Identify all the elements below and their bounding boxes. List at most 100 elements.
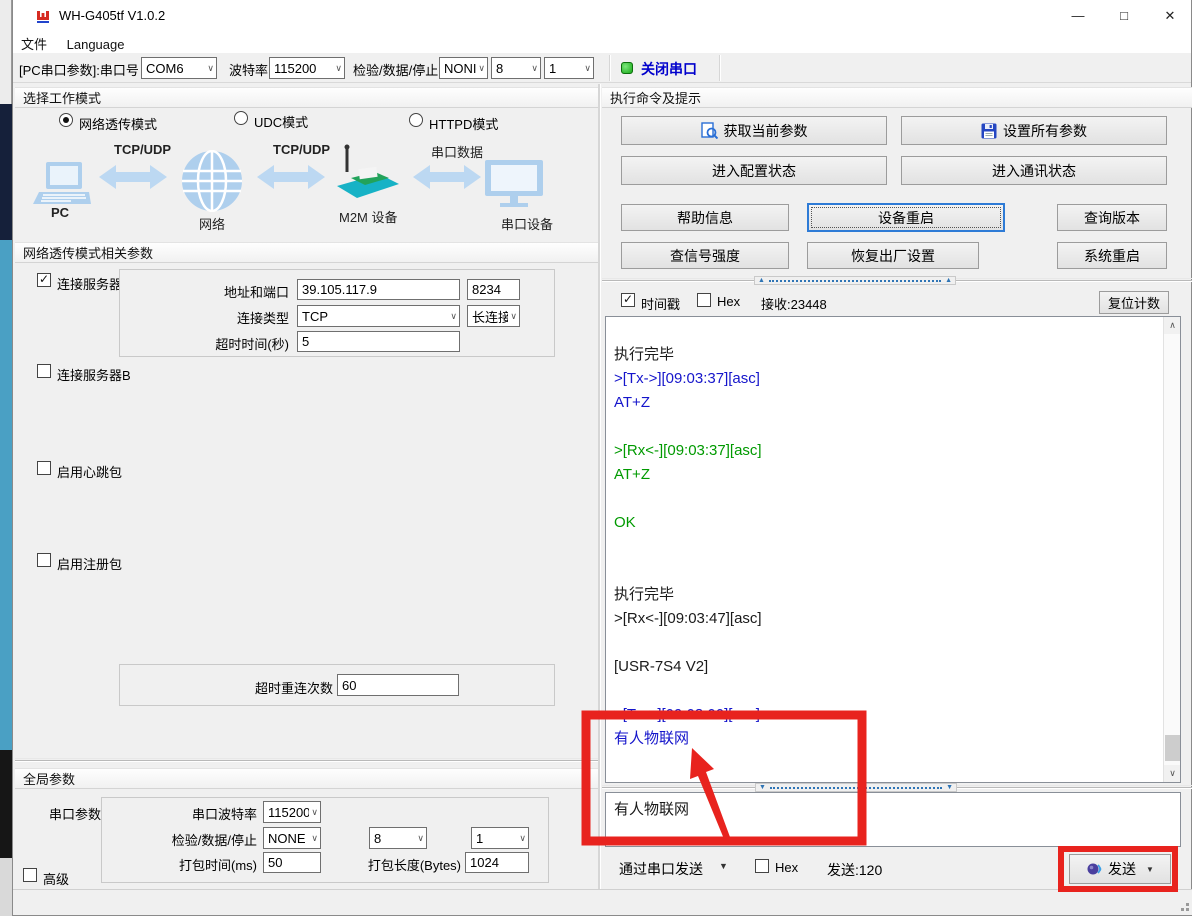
send-button[interactable]: 发送 ▼: [1069, 854, 1171, 884]
send-hex-checkbox[interactable]: [755, 859, 769, 873]
resize-grip-icon[interactable]: [1181, 908, 1184, 911]
diagram-serial-label: 串口设备: [501, 214, 553, 233]
heartbeat-checkbox[interactable]: [37, 461, 51, 475]
radio-net-passthrough[interactable]: [59, 113, 73, 127]
log-line: 执行完毕: [606, 343, 1180, 367]
radio-httpd-mode-label[interactable]: HTTPD模式: [429, 114, 498, 133]
chevron-down-icon[interactable]: ▼: [719, 861, 728, 871]
scroll-down-icon[interactable]: ∨: [1164, 765, 1181, 782]
pack-time-input[interactable]: 50: [263, 852, 321, 873]
com-port-select[interactable]: COM6∨: [141, 57, 217, 79]
chevron-down-icon: ∨: [531, 63, 538, 74]
radio-udc-mode-label[interactable]: UDC模式: [254, 112, 308, 131]
addr-input[interactable]: 39.105.117.9: [297, 279, 460, 300]
factory-reset-button[interactable]: 恢复出厂设置: [807, 242, 979, 269]
databits-select[interactable]: 8∨: [491, 57, 541, 79]
global-databits-select[interactable]: 8∨: [369, 827, 427, 849]
minimize-button[interactable]: —: [1055, 0, 1101, 31]
menu-file[interactable]: 文件: [13, 32, 55, 55]
set-params-button[interactable]: 设置所有参数: [901, 116, 1167, 145]
close-button[interactable]: ✕: [1147, 0, 1192, 31]
baud-select[interactable]: 115200∨: [269, 57, 345, 79]
status-bar: [13, 889, 1192, 915]
radio-net-passthrough-label[interactable]: 网络透传模式: [79, 114, 157, 133]
window-title: WH-G405tf V1.0.2: [59, 8, 165, 23]
chevron-down-icon: ∨: [450, 311, 457, 322]
parity-select[interactable]: NONI∨: [439, 57, 488, 79]
enter-config-button[interactable]: 进入配置状态: [621, 156, 887, 185]
resize-grip-icon[interactable]: [1186, 903, 1189, 906]
chevron-down-icon: ∨: [519, 833, 526, 844]
scrollbar-thumb[interactable]: [1165, 735, 1180, 761]
log-scrollbar[interactable]: ∧ ∨: [1163, 317, 1180, 782]
server-b-label[interactable]: 连接服务器B: [57, 365, 131, 384]
log-splitter-handle[interactable]: ▲ ▲: [754, 276, 956, 285]
log-line: [606, 559, 1180, 583]
radio-udc-mode[interactable]: [234, 111, 248, 125]
timeout-input[interactable]: 5: [297, 331, 460, 352]
log-line: [606, 415, 1180, 439]
menu-language[interactable]: Language: [59, 35, 133, 54]
left-splitter[interactable]: [15, 760, 598, 761]
timestamp-checkbox[interactable]: ✓: [621, 293, 635, 307]
log-line: [USR-7S4 V2]: [606, 655, 1180, 679]
background-black: [0, 750, 12, 858]
close-port-button[interactable]: 关闭串口: [641, 59, 697, 79]
recv-hex-label[interactable]: Hex: [717, 294, 740, 309]
advanced-label[interactable]: 高级: [43, 869, 69, 888]
radio-httpd-mode[interactable]: [409, 113, 423, 127]
arrow-bidirectional-icon: [257, 164, 325, 190]
maximize-button[interactable]: □: [1101, 0, 1147, 31]
log-output-area[interactable]: 执行完毕 >[Tx->][09:03:37][asc] AT+Z >[Rx<-]…: [605, 316, 1181, 783]
query-version-button[interactable]: 查询版本: [1057, 204, 1167, 231]
register-checkbox[interactable]: [37, 553, 51, 567]
conn-type-select[interactable]: TCP∨: [297, 305, 460, 327]
enter-comm-button[interactable]: 进入通讯状态: [901, 156, 1167, 185]
global-parity-select[interactable]: NONE∨: [263, 827, 321, 849]
get-params-button[interactable]: 获取当前参数: [621, 116, 887, 145]
diagram-link3-label: 串口数据: [431, 142, 483, 161]
log-line: >[Tx->][09:08:00][asc]: [606, 703, 1180, 727]
background-navy: [0, 104, 12, 240]
reset-counter-button[interactable]: 复位计数: [1099, 291, 1169, 314]
parity-label: 检验/数据/停止: [353, 60, 438, 79]
server-a-checkbox[interactable]: ✓: [37, 273, 51, 287]
system-restart-button[interactable]: 系统重启: [1057, 242, 1167, 269]
device-restart-button[interactable]: 设备重启: [807, 203, 1005, 232]
global-baud-select[interactable]: 115200∨: [263, 801, 321, 823]
keepalive-select[interactable]: 长连接∨: [467, 305, 520, 327]
log-line: 有人物联网: [606, 727, 1180, 751]
heartbeat-label[interactable]: 启用心跳包: [57, 462, 122, 481]
register-label[interactable]: 启用注册包: [57, 554, 122, 573]
help-info-button[interactable]: 帮助信息: [621, 204, 789, 231]
send-input-area[interactable]: 有人物联网: [605, 792, 1181, 847]
toolbar-separator: [719, 55, 720, 81]
search-doc-icon: [701, 122, 718, 139]
log-line: [606, 535, 1180, 559]
floppy-save-icon: [981, 123, 997, 139]
stopbits-select[interactable]: 1∨: [544, 57, 594, 79]
arrow-bidirectional-icon: [99, 164, 167, 190]
port-input[interactable]: 8234: [467, 279, 520, 300]
network-globe-icon: [181, 150, 243, 212]
diagram-link1-label: TCP/UDP: [114, 142, 171, 157]
collapse-down-icon: ▼: [946, 784, 953, 791]
signal-strength-button[interactable]: 查信号强度: [621, 242, 789, 269]
main-splitter[interactable]: [598, 84, 600, 889]
timestamp-label[interactable]: 时间戳: [641, 294, 680, 313]
pc-serial-label: [PC串口参数]:串口号: [19, 60, 139, 79]
global-stopbits-select[interactable]: 1∨: [471, 827, 529, 849]
send-splitter-handle[interactable]: ▼ ▼: [755, 783, 957, 792]
scroll-up-icon[interactable]: ∧: [1164, 317, 1181, 334]
server-b-checkbox[interactable]: [37, 364, 51, 378]
app-window: WH-G405tf V1.0.2 — □ ✕ 文件 Language [PC串口…: [12, 0, 1192, 916]
send-hex-label[interactable]: Hex: [775, 860, 798, 875]
pack-len-input[interactable]: 1024: [465, 852, 529, 873]
reconnect-input[interactable]: 60: [337, 674, 459, 696]
advanced-checkbox[interactable]: [23, 868, 37, 882]
resize-grip-icon[interactable]: [1186, 908, 1189, 911]
background-bottom: [0, 858, 12, 916]
speaker-send-icon: [1086, 861, 1102, 877]
recv-hex-checkbox[interactable]: [697, 293, 711, 307]
send-via-dropdown[interactable]: 通过串口发送: [619, 859, 703, 879]
